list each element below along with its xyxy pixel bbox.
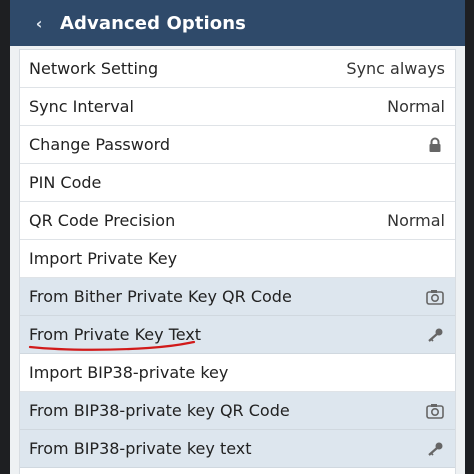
option-bither-private-key-qr-label: From Bither Private Key QR Code: [29, 287, 292, 306]
options-list: Network Setting Sync always Sync Interva…: [19, 49, 456, 474]
page-title: Advanced Options: [60, 12, 246, 34]
setting-sync-interval-value: Normal: [387, 97, 445, 116]
option-bip38-text-label: From BIP38-private key text: [29, 439, 252, 458]
section-import-private-key[interactable]: Import Private Key: [20, 240, 455, 278]
back-chevron-icon[interactable]: ‹: [28, 14, 50, 33]
option-private-key-text[interactable]: From Private Key Text: [20, 316, 455, 354]
section-import-bip38[interactable]: Import BIP38-private key: [20, 354, 455, 392]
setting-network-value: Sync always: [346, 59, 445, 78]
setting-change-password[interactable]: Change Password: [20, 126, 455, 164]
key-icon: [425, 439, 445, 459]
action-bar: ‹ Advanced Options: [10, 0, 465, 46]
setting-sync-interval[interactable]: Sync Interval Normal: [20, 88, 455, 126]
option-private-key-text-label: From Private Key Text: [29, 325, 202, 344]
lock-icon: [425, 135, 445, 155]
camera-icon: [425, 401, 445, 421]
setting-network[interactable]: Network Setting Sync always: [20, 50, 455, 88]
option-bither-private-key-qr[interactable]: From Bither Private Key QR Code: [20, 278, 455, 316]
camera-icon: [425, 287, 445, 307]
screen: ‹ Advanced Options Network Setting Sync …: [10, 0, 465, 474]
key-icon: [425, 325, 445, 345]
setting-sync-interval-label: Sync Interval: [29, 97, 134, 116]
option-bip38-qr[interactable]: From BIP38-private key QR Code: [20, 392, 455, 430]
setting-pin-code[interactable]: PIN Code: [20, 164, 455, 202]
option-bip38-qr-label: From BIP38-private key QR Code: [29, 401, 290, 420]
setting-network-label: Network Setting: [29, 59, 159, 78]
option-bip38-text[interactable]: From BIP38-private key text: [20, 430, 455, 468]
setting-qr-precision[interactable]: QR Code Precision Normal: [20, 202, 455, 240]
setting-change-password-label: Change Password: [29, 135, 171, 154]
setting-qr-precision-value: Normal: [387, 211, 445, 230]
section-import-private-key-label: Import Private Key: [29, 249, 178, 268]
setting-qr-precision-label: QR Code Precision: [29, 211, 176, 230]
section-import-bip38-label: Import BIP38-private key: [29, 363, 229, 382]
setting-pin-code-label: PIN Code: [29, 173, 102, 192]
